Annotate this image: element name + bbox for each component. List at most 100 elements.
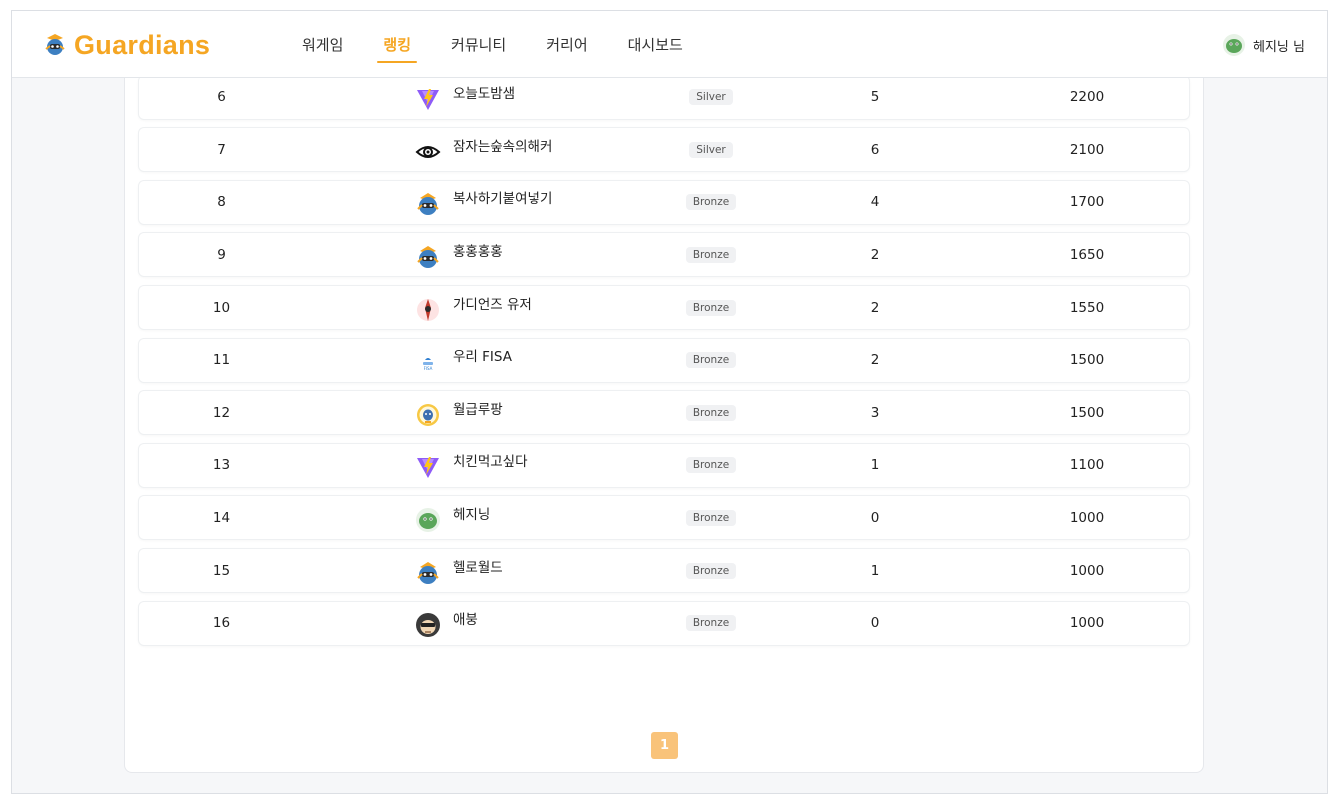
- user-cell[interactable]: 치킨먹고싶다: [415, 444, 528, 487]
- score-cell: 1000: [1069, 562, 1105, 579]
- guardian-icon: [415, 191, 441, 217]
- score-cell: 1650: [1069, 246, 1105, 263]
- score-cell: 1500: [1069, 404, 1105, 421]
- user-cell[interactable]: 홍홍홍홍: [415, 233, 503, 276]
- user-cell[interactable]: 가디언즈 유저: [415, 286, 532, 329]
- user-nickname: 월급루팡: [453, 401, 503, 418]
- solved-count-cell: 3: [870, 404, 880, 421]
- solved-count-cell: 1: [870, 562, 880, 579]
- tier-badge: Bronze: [685, 509, 737, 526]
- user-cell[interactable]: 헤지닝: [415, 496, 490, 539]
- rank-cell: 6: [217, 89, 226, 106]
- tier-badge: Bronze: [685, 299, 737, 316]
- user-cell[interactable]: 월급루팡: [415, 391, 503, 434]
- rank-cell: 14: [212, 509, 231, 526]
- knight-icon: [415, 297, 441, 323]
- table-row[interactable]: 7 잠자는숲속의해커 Silver 6 2100: [138, 127, 1190, 173]
- logo[interactable]: Guardians: [42, 28, 210, 62]
- score-cell: 1100: [1069, 457, 1105, 474]
- rank-cell: 15: [212, 562, 231, 579]
- app-frame: Guardians 워게임 랭킹 커뮤니티 커리어 대시보드 헤지닝 님 5코드…: [11, 10, 1328, 794]
- tier-badge: Bronze: [685, 246, 737, 263]
- tier-cell: Bronze: [649, 181, 773, 224]
- rank-cell: 8: [217, 194, 226, 211]
- tier-badge: Bronze: [685, 615, 737, 632]
- tier-cell: Silver: [649, 128, 773, 171]
- user-cell[interactable]: 오늘도밤샘: [415, 76, 515, 119]
- score-cell: 1000: [1069, 509, 1105, 526]
- page-button-1[interactable]: 1: [651, 732, 678, 759]
- badge-icon: [415, 402, 441, 428]
- user-nickname: 복사하기붙여넣기: [453, 191, 553, 208]
- solved-count-cell: 0: [870, 509, 880, 526]
- nav-community[interactable]: 커뮤니티: [431, 11, 526, 77]
- dino-icon: [415, 507, 441, 533]
- table-row[interactable]: 13 치킨먹고싶다 Bronze 1 1100: [138, 442, 1190, 488]
- score-cell: 1550: [1069, 299, 1105, 316]
- nav-career[interactable]: 커리어: [526, 11, 607, 77]
- user-cell[interactable]: 애붕: [415, 602, 478, 645]
- score-cell: 2100: [1069, 141, 1105, 158]
- tier-cell: Bronze: [649, 286, 773, 329]
- user-nickname: 헬로월드: [453, 559, 503, 576]
- tier-badge: Bronze: [685, 194, 737, 211]
- table-row[interactable]: 15 헬로월드 Bronze 1 1000: [138, 548, 1190, 593]
- fisa-icon: FISA: [415, 349, 441, 375]
- logo-text: Guardians: [74, 29, 211, 60]
- nav-dashboard[interactable]: 대시보드: [608, 11, 703, 77]
- eye-icon: [415, 139, 441, 165]
- solved-count-cell: 4: [870, 194, 880, 211]
- user-nickname: 홍홍홍홍: [453, 243, 503, 260]
- table-row[interactable]: 12 월급루팡 Bronze 3 1500: [138, 390, 1190, 436]
- user-nickname: 우리 FISA: [453, 349, 512, 366]
- tier-cell: Bronze: [649, 549, 773, 592]
- score-cell: 1700: [1069, 194, 1105, 211]
- nav-ranking[interactable]: 랭킹: [363, 11, 431, 77]
- user-nickname: 헤지닝: [453, 506, 491, 523]
- rank-cell: 12: [212, 404, 231, 421]
- tier-badge: Bronze: [685, 352, 737, 369]
- rank-cell: 10: [212, 299, 231, 316]
- user-cell[interactable]: 헬로월드: [415, 549, 503, 592]
- score-cell: 2200: [1069, 89, 1105, 106]
- table-row[interactable]: 16 애붕 Bronze 0 1000: [138, 600, 1190, 646]
- face-icon: [415, 612, 441, 638]
- tier-cell: Bronze: [649, 233, 773, 276]
- table-row[interactable]: 10 가디언즈 유저 Bronze 2 1550: [138, 285, 1190, 330]
- user-cell[interactable]: FISA 우리 FISA: [415, 339, 512, 382]
- user-nickname: 잠자는숲속의해커: [453, 138, 553, 155]
- rank-cell: 13: [212, 457, 231, 474]
- tier-cell: Bronze: [649, 391, 773, 434]
- table-row[interactable]: 8 복사하기붙여넣기 Bronze 4 1700: [138, 179, 1190, 225]
- table-row[interactable]: 9 홍홍홍홍 Bronze 2 1650: [138, 232, 1190, 278]
- dino-avatar-icon: [1223, 34, 1246, 56]
- solved-count-cell: 5: [870, 89, 880, 106]
- guardian-icon: [415, 560, 441, 586]
- tier-badge: Bronze: [685, 404, 737, 421]
- user-menu[interactable]: 헤지닝 님: [1222, 33, 1305, 57]
- user-cell[interactable]: 복사하기붙여넣기: [415, 181, 552, 224]
- rank-cell: 9: [217, 246, 226, 263]
- user-cell[interactable]: 잠자는숲속의해커: [415, 128, 552, 171]
- solved-count-cell: 6: [870, 141, 880, 158]
- table-row[interactable]: 11 FISA 우리 FISA Bronze 2 1500: [138, 337, 1190, 383]
- guardian-logo-icon: [45, 34, 65, 55]
- tier-cell: Bronze: [649, 339, 773, 382]
- tier-badge: Bronze: [685, 457, 737, 474]
- svg-text:FISA: FISA: [424, 366, 433, 371]
- table-row[interactable]: 14 헤지닝 Bronze 0 1000: [138, 495, 1190, 541]
- top-nav-bar: Guardians 워게임 랭킹 커뮤니티 커리어 대시보드 헤지닝 님: [12, 11, 1327, 78]
- tier-badge: Bronze: [685, 562, 737, 579]
- vite-icon: [415, 454, 441, 480]
- solved-count-cell: 1: [870, 457, 880, 474]
- tier-badge: Silver: [689, 89, 733, 106]
- user-nickname: 가디언즈 유저: [453, 296, 532, 313]
- table-row[interactable]: 6 오늘도밤샘 Silver 5 2200: [138, 74, 1190, 120]
- tier-badge: Silver: [689, 141, 733, 158]
- vite-icon: [415, 86, 441, 112]
- nav-wargame[interactable]: 워게임: [282, 11, 363, 77]
- rank-cell: 7: [217, 141, 226, 158]
- main-nav: 워게임 랭킹 커뮤니티 커리어 대시보드: [282, 11, 703, 77]
- user-name: 헤지닝 님: [1253, 39, 1305, 55]
- ranking-card: 5코드마법사Silver828006오늘도밤샘Silver522007잠자는숲속…: [124, 11, 1204, 773]
